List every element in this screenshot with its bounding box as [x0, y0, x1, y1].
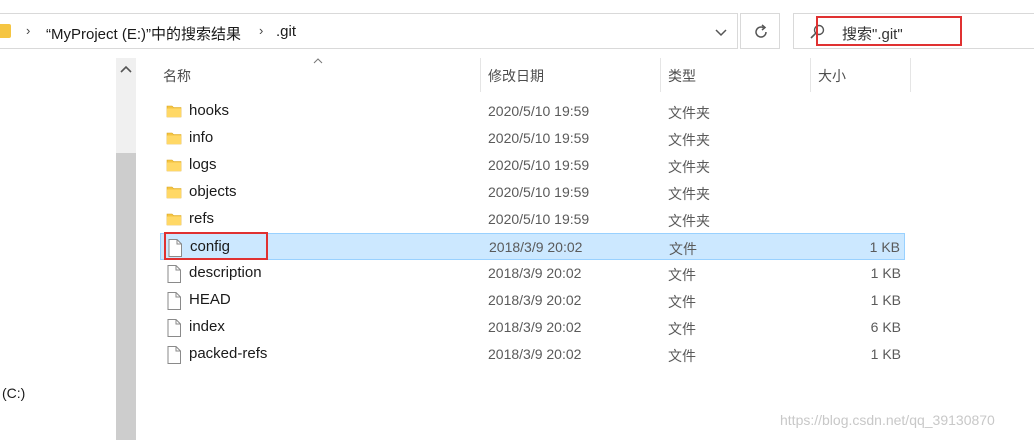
chevron-down-icon[interactable]	[712, 23, 730, 41]
column-header-type[interactable]: 类型	[668, 66, 696, 88]
file-name: HEAD	[189, 291, 231, 308]
file-size: 1 KB	[870, 265, 901, 281]
file-date: 2020/5/10 19:59	[488, 157, 590, 173]
file-row-info[interactable]: info 2020/5/10 19:59 文件夹	[160, 125, 905, 152]
file-row-hooks[interactable]: hooks 2020/5/10 19:59 文件夹	[160, 98, 905, 125]
file-date: 2018/3/9 20:02	[488, 319, 582, 335]
nav-item-drive-c[interactable]: (C:)	[2, 385, 25, 401]
file-size: 1 KB	[870, 346, 901, 362]
nav-scrollbar[interactable]	[116, 58, 136, 440]
column-header-size[interactable]: 大小	[818, 66, 846, 88]
file-date: 2018/3/9 20:02	[488, 346, 582, 362]
column-divider[interactable]	[910, 58, 911, 92]
column-divider[interactable]	[480, 58, 481, 92]
file-type: 文件	[668, 321, 696, 337]
navigation-pane: (C:)	[0, 58, 140, 440]
folder-icon	[166, 184, 182, 205]
file-name: hooks	[189, 102, 230, 119]
file-date: 2020/5/10 19:59	[488, 103, 590, 119]
folder-icon	[166, 157, 182, 178]
file-name: refs	[189, 210, 215, 227]
file-type: 文件夹	[668, 105, 710, 121]
file-date: 2020/5/10 19:59	[488, 211, 590, 227]
file-date: 2020/5/10 19:59	[488, 184, 590, 200]
chevron-right-icon[interactable]: ›	[259, 23, 263, 38]
folder-icon	[166, 211, 182, 232]
refresh-icon	[755, 24, 767, 38]
file-row-objects[interactable]: objects 2020/5/10 19:59 文件夹	[160, 179, 905, 206]
refresh-button[interactable]	[740, 13, 780, 49]
folder-icon	[166, 130, 182, 151]
file-name: logs	[189, 156, 217, 173]
file-size: 6 KB	[870, 319, 901, 335]
chevron-up-icon	[120, 65, 132, 73]
folder-icon	[166, 103, 182, 124]
sort-ascending-icon	[313, 58, 323, 64]
file-date: 2018/3/9 20:02	[488, 265, 582, 281]
file-size: 1 KB	[870, 292, 901, 308]
column-header-name[interactable]: 名称	[163, 66, 191, 88]
column-header-modified[interactable]: 修改日期	[488, 66, 544, 88]
file-type: 文件	[668, 294, 696, 310]
file-name: objects	[189, 183, 237, 200]
file-type: 文件夹	[668, 213, 710, 229]
file-date: 2018/3/9 20:02	[488, 292, 582, 308]
file-type: 文件夹	[668, 132, 710, 148]
watermark: https://blog.csdn.net/qq_39130870	[780, 412, 995, 428]
file-date: 2018/3/9 20:02	[489, 239, 583, 255]
file-date: 2020/5/10 19:59	[488, 130, 590, 146]
file-name: index	[189, 318, 225, 335]
file-row-config[interactable]: config 2018/3/9 20:02 文件 1 KB	[160, 233, 905, 260]
breadcrumb-search-results[interactable]: “MyProject (E:)”中的搜索结果	[46, 23, 241, 44]
file-name: info	[189, 129, 214, 146]
file-size: 1 KB	[869, 239, 900, 255]
file-type: 文件	[668, 348, 696, 364]
file-row-head[interactable]: HEAD 2018/3/9 20:02 文件 1 KB	[160, 287, 905, 314]
file-row-logs[interactable]: logs 2020/5/10 19:59 文件夹	[160, 152, 905, 179]
file-icon	[166, 319, 182, 342]
file-icon	[166, 265, 182, 288]
file-type: 文件夹	[668, 186, 710, 202]
file-type: 文件	[668, 267, 696, 283]
chevron-right-icon[interactable]: ›	[26, 23, 30, 38]
address-bar[interactable]: › “MyProject (E:)”中的搜索结果 › .git	[0, 13, 738, 49]
config-annotation-box	[164, 232, 268, 260]
file-row-packed-refs[interactable]: packed-refs 2018/3/9 20:02 文件 1 KB	[160, 341, 905, 368]
file-row-index[interactable]: index 2018/3/9 20:02 文件 6 KB	[160, 314, 905, 341]
breadcrumb-git[interactable]: .git	[276, 23, 296, 40]
scroll-thumb[interactable]	[116, 153, 136, 440]
file-type: 文件	[669, 241, 697, 257]
file-icon	[166, 346, 182, 369]
column-divider[interactable]	[660, 58, 661, 92]
column-divider[interactable]	[810, 58, 811, 92]
file-name: packed-refs	[189, 345, 268, 362]
search-annotation-box	[816, 16, 962, 46]
file-name: description	[189, 264, 262, 281]
scroll-up-button[interactable]	[116, 58, 136, 80]
file-row-refs[interactable]: refs 2020/5/10 19:59 文件夹	[160, 206, 905, 233]
folder-icon	[0, 24, 11, 38]
file-row-description[interactable]: description 2018/3/9 20:02 文件 1 KB	[160, 260, 905, 287]
file-type: 文件夹	[668, 159, 710, 175]
file-icon	[166, 292, 182, 315]
